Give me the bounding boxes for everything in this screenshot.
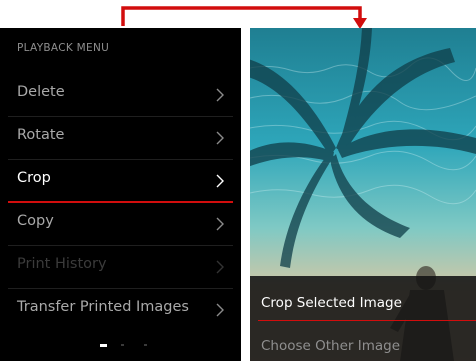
menu-item-label: Crop <box>17 170 51 186</box>
menu-header: PLAYBACK MENU <box>17 42 110 54</box>
menu-item-label: Copy <box>17 213 54 229</box>
menu-item-crop[interactable]: Crop <box>0 160 241 203</box>
red-flow-arrow-icon <box>121 6 367 29</box>
page-indicator <box>100 344 160 348</box>
chevron-right-icon <box>216 260 224 274</box>
menu-item-print-history: Print History <box>0 246 241 289</box>
chevron-right-icon <box>216 303 224 317</box>
menu-item-label: Transfer Printed Images <box>17 299 189 315</box>
chevron-right-icon <box>216 217 224 231</box>
chevron-right-icon <box>216 131 224 145</box>
choose-other-image-option[interactable]: Choose Other Image <box>261 338 400 354</box>
menu-item-label: Delete <box>17 84 65 100</box>
menu-item-transfer-printed-images[interactable]: Transfer Printed Images <box>0 289 241 332</box>
menu-item-delete[interactable]: Delete <box>0 74 241 117</box>
crop-options-menu: Crop Selected Image Choose Other Image <box>250 276 476 361</box>
page-dot <box>144 344 147 346</box>
chevron-right-icon <box>216 174 224 188</box>
page-dot-active <box>100 344 107 347</box>
crop-selected-image-option[interactable]: Crop Selected Image <box>261 295 402 311</box>
selection-underline <box>258 320 476 321</box>
menu-item-rotate[interactable]: Rotate <box>0 117 241 160</box>
image-preview-panel: Crop Selected Image Choose Other Image <box>250 28 476 361</box>
chevron-right-icon <box>216 88 224 102</box>
menu-item-copy[interactable]: Copy <box>0 203 241 246</box>
page-dot <box>121 344 124 346</box>
menu-item-label: Rotate <box>17 127 65 143</box>
menu-item-label: Print History <box>17 256 107 272</box>
playback-menu-panel: PLAYBACK MENU Delete Rotate Crop Copy Pr… <box>0 28 241 361</box>
